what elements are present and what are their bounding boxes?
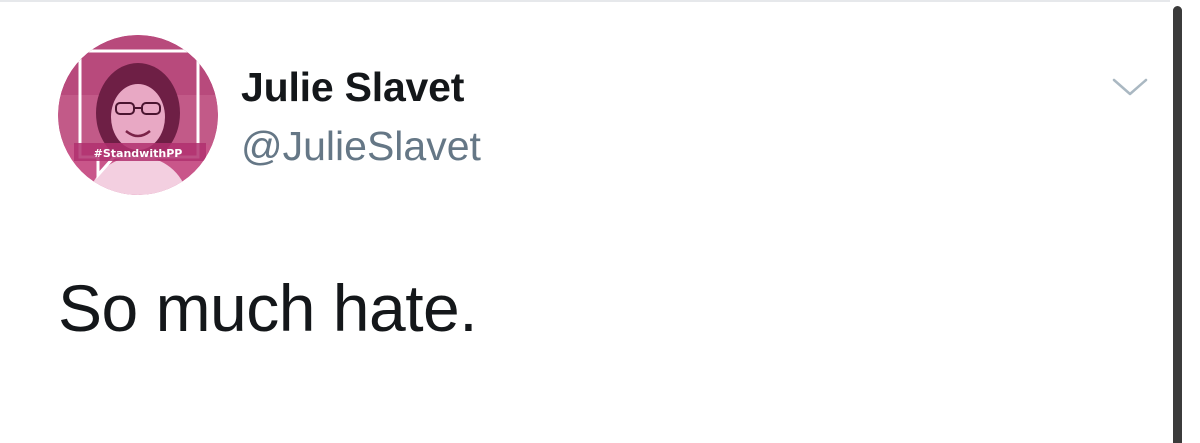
top-divider [0,0,1200,2]
scrollbar[interactable] [1173,6,1182,443]
author-display-name[interactable]: Julie Slavet [241,64,464,111]
scroll-gutter [1170,0,1200,443]
author-handle[interactable]: @JulieSlavet [241,123,481,170]
chevron-down-icon [1112,78,1148,96]
avatar[interactable]: #StandwithPP [58,35,218,195]
avatar-badge-text: #StandwithPP [94,147,183,160]
tweet-text: So much hate. [58,271,478,345]
tweet-menu-button[interactable] [1108,72,1152,102]
avatar-image: #StandwithPP [58,35,218,195]
tweet-screen: #StandwithPP Julie Slavet @JulieSlavet S… [0,0,1200,443]
